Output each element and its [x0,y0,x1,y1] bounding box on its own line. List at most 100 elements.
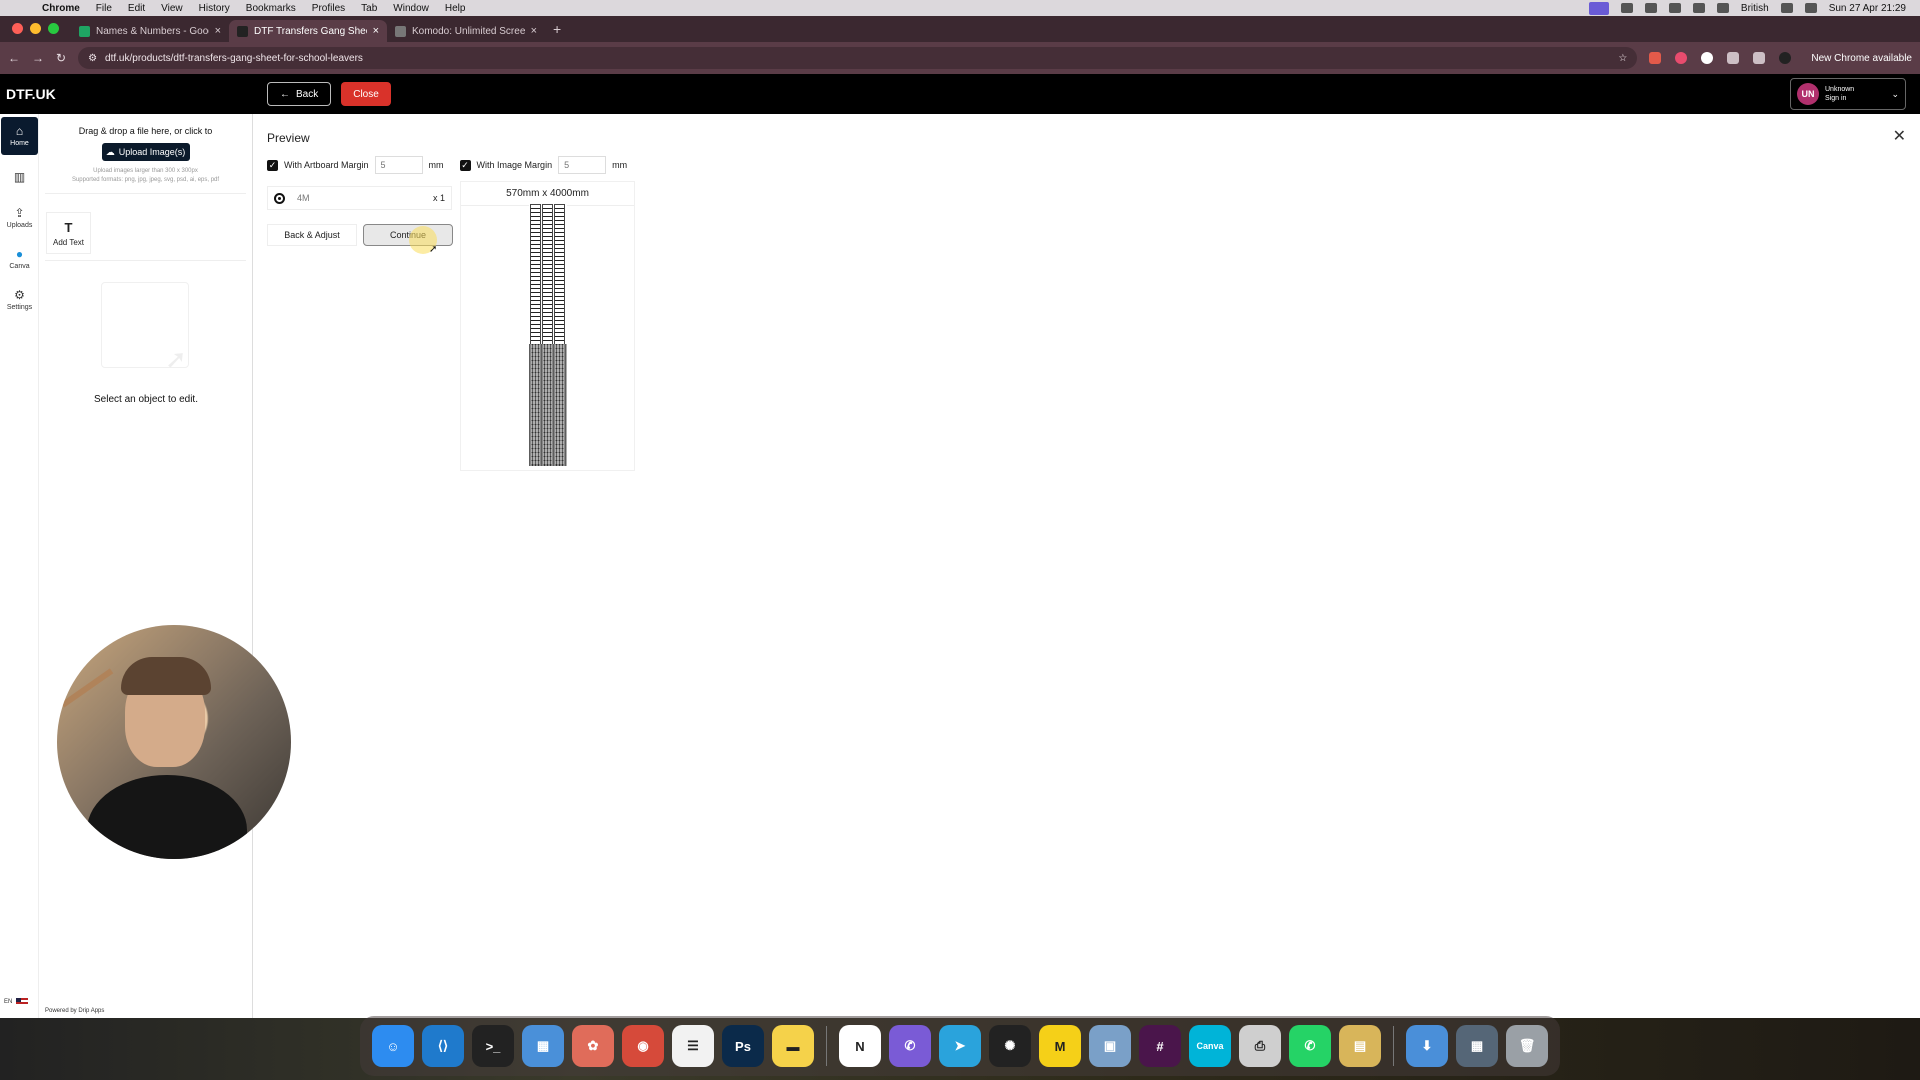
user-menu[interactable]: UN Unknown Sign in ⌄ [1790,78,1906,110]
dock-separator [1393,1026,1394,1066]
battery-icon[interactable] [1716,3,1729,13]
back-adjust-button[interactable]: Back & Adjust [267,224,357,246]
artboard-margin-checkbox[interactable]: ✓ [267,159,278,171]
menu-file[interactable]: File [88,3,120,14]
close-icon[interactable]: ✕ [1893,126,1906,146]
dropzone-text[interactable]: Drag & drop a file here, or click to [39,126,252,136]
site-info-icon[interactable]: ⚙ [88,53,97,64]
menu-view[interactable]: View [153,3,191,14]
menu-profiles[interactable]: Profiles [304,3,353,14]
sidebar-item-label: Uploads [6,222,33,229]
size-radio[interactable] [274,192,285,204]
profile-icon[interactable] [1779,52,1792,64]
menu-history[interactable]: History [191,3,238,14]
menu-tab[interactable]: Tab [353,3,385,14]
telegram-icon[interactable]: ➤ [939,1025,981,1067]
new-tab-icon[interactable]: + [545,21,561,42]
clock[interactable]: Sun 27 Apr 21:29 [1829,3,1906,14]
cloud-icon[interactable] [1620,3,1633,13]
sidebar-item-home[interactable]: ⌂ Home [1,117,38,155]
menu-edit[interactable]: Edit [120,3,153,14]
url-field[interactable]: ⚙ dtf.uk/products/dtf-transfers-gang-she… [78,47,1638,69]
sidebar-item-product[interactable]: ▥ [1,158,38,196]
trash-icon[interactable]: 🗑 [1506,1025,1548,1067]
close-tab-icon[interactable]: × [215,25,221,37]
tab-dtf[interactable]: DTF Transfers Gang Sheet fo × [229,20,387,42]
dtf-favicon-icon [237,25,248,37]
back-arrow-icon[interactable]: ← [8,51,20,65]
tab-sheets[interactable]: Names & Numbers - Google S × [71,20,229,42]
status-icon[interactable] [1668,3,1681,13]
notes-icon[interactable]: ▬ [772,1025,814,1067]
reload-icon[interactable]: ↻ [56,51,66,65]
status-icon[interactable] [1644,3,1657,13]
chatgpt-icon[interactable]: ✺ [989,1025,1031,1067]
chrome-icon[interactable]: ◉ [622,1025,664,1067]
powered-by[interactable]: Powered by Drip Apps [45,1008,104,1014]
search-icon[interactable] [1804,3,1817,13]
image-margin-label: With Image Margin [476,160,553,170]
maximize-window-button[interactable] [48,23,59,34]
back-button[interactable]: ← Back [267,82,332,106]
preview-icon[interactable]: ▣ [1089,1025,1131,1067]
bookmark-star-icon[interactable]: ☆ [1618,53,1627,64]
url-text[interactable]: dtf.uk/products/dtf-transfers-gang-sheet… [105,53,1610,64]
notion-icon[interactable]: N [839,1025,881,1067]
menu-bookmarks[interactable]: Bookmarks [238,3,304,14]
extension-icon[interactable] [1675,52,1688,64]
printer-icon[interactable]: ⎙ [1239,1025,1281,1067]
close-tab-icon[interactable]: × [373,25,379,37]
image-margin-checkbox[interactable]: ✓ [459,159,471,171]
finder-icon[interactable]: ☺ [372,1025,414,1067]
canva-icon[interactable]: Canva [1189,1025,1231,1067]
reminders-icon[interactable]: ☰ [672,1025,714,1067]
close-button[interactable]: Close [341,82,391,106]
page-content: ⌂ Home ▥ ⇪ Uploads ● Canva ⚙ Settings Dr… [0,114,1920,1018]
miro-icon[interactable]: M [1039,1025,1081,1067]
menu-app[interactable]: Chrome [34,3,88,14]
sidebar-item-canva[interactable]: ● Canva [1,240,38,278]
sign-in-link[interactable]: Sign in [1825,94,1885,103]
slack-icon[interactable]: # [1139,1025,1181,1067]
webcam-overlay[interactable] [57,625,291,859]
screen-record-icon[interactable] [1588,1,1609,15]
media-icon[interactable] [1753,52,1766,64]
wifi-icon[interactable] [1692,3,1705,13]
minimize-window-button[interactable] [30,23,41,34]
divider [45,260,246,261]
bluetooth-icon[interactable] [1780,3,1793,13]
viber-icon[interactable]: ✆ [889,1025,931,1067]
window-controls [0,23,71,42]
vscode-icon[interactable]: ⟨⟩ [422,1025,464,1067]
continue-button[interactable]: Continue [363,224,453,246]
language-selector[interactable]: EN [4,998,29,1006]
image-margin-input[interactable] [558,156,607,174]
site-logo[interactable]: DTF.UK [0,86,253,102]
menu-window[interactable]: Window [385,3,437,14]
photoshop-icon[interactable]: Ps [722,1025,764,1067]
dock-separator [826,1026,827,1066]
artboard-margin-input[interactable] [374,156,423,174]
tab-komodo[interactable]: Komodo: Unlimited Screen Re × [387,20,545,42]
calculator-icon[interactable]: ▦ [522,1025,564,1067]
close-window-button[interactable] [12,23,23,34]
input-source[interactable]: British [1741,3,1769,14]
archive-icon[interactable]: ▤ [1339,1025,1381,1067]
whatsapp-icon[interactable]: ✆ [1289,1025,1331,1067]
downloads-icon[interactable]: ⬇ [1406,1025,1448,1067]
sidebar-item-settings[interactable]: ⚙ Settings [1,281,38,319]
add-text-button[interactable]: T Add Text [46,212,91,254]
extension-icon[interactable] [1701,52,1714,64]
forward-arrow-icon[interactable]: → [32,51,44,65]
close-tab-icon[interactable]: × [531,25,537,37]
update-chrome-button[interactable]: New Chrome available [1803,53,1912,64]
screenshots-icon[interactable]: ▦ [1456,1025,1498,1067]
sheet-size-option[interactable]: 4M x 1 [267,186,452,210]
upload-images-button[interactable]: ☁ Upload Image(s) [101,143,190,161]
extension-icon[interactable] [1649,52,1662,64]
terminal-icon[interactable]: >_ [472,1025,514,1067]
sidebar-item-uploads[interactable]: ⇪ Uploads [1,199,38,237]
menu-help[interactable]: Help [437,3,474,14]
photos-icon[interactable]: ✿ [572,1025,614,1067]
extensions-puzzle-icon[interactable] [1727,52,1740,64]
